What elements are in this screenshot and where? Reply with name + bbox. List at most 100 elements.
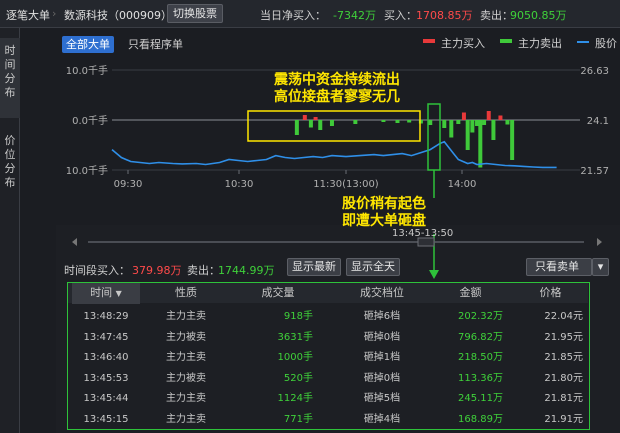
scroll-right-icon[interactable] (597, 238, 602, 246)
sell-bar (449, 120, 454, 138)
row-price: 21.80元 (544, 372, 583, 384)
y-right-tick-label: 21.57 (580, 166, 609, 177)
x-tick-label: 11:30(13:00) (313, 179, 379, 190)
y-right-tick-label: 26.63 (580, 66, 609, 77)
table-row[interactable]: 13:47:45 主力被卖 3631手 砸掉0档 796.82万 21.95元 (68, 328, 588, 348)
row-time: 13:47:45 (83, 331, 129, 343)
annotation-outflow-text: 震荡中资金持续流出 高位接盘者寥寥无几 (274, 72, 400, 105)
col-time-header[interactable]: 时间 ▼ (72, 283, 140, 304)
row-type: 主力主卖 (166, 393, 206, 404)
col-amount-header[interactable]: 金额 (438, 283, 503, 303)
row-type: 主力被卖 (166, 372, 206, 384)
sell-bar (510, 120, 515, 160)
sell-bar (428, 120, 433, 125)
table-row[interactable]: 13:48:29 主力主卖 918手 砸掉6档 202.32万 22.04元 (68, 307, 588, 327)
chevron-down-icon[interactable]: ▾ (592, 258, 609, 276)
row-amount: 202.32万 (458, 311, 503, 322)
table-header: 时间 ▼ 性质 成交量 成交档位 金额 价格 (68, 283, 588, 304)
row-type: 主力主卖 (166, 311, 206, 322)
show-latest-button[interactable]: 显示最新 (287, 258, 341, 276)
row-price: 21.91元 (544, 413, 583, 425)
annotation-box-green (427, 103, 441, 171)
sell-only-select[interactable]: 只看卖单 (526, 258, 592, 276)
row-level: 砸掉0档 (363, 372, 401, 384)
row-volume: 771手 (283, 413, 313, 425)
row-type: 主力被卖 (166, 331, 206, 343)
annotation-box-yellow (247, 110, 421, 142)
row-level: 砸掉0档 (363, 331, 401, 343)
row-amount: 245.11万 (458, 393, 503, 404)
row-amount: 113.36万 (458, 372, 503, 384)
row-price: 21.95元 (544, 331, 583, 343)
sell-bar (294, 120, 299, 135)
x-tick-label: 14:00 (448, 179, 477, 190)
row-volume: 918手 (283, 311, 313, 322)
period-sell-label: 卖出： (187, 264, 220, 277)
row-type: 主力主卖 (166, 352, 206, 363)
sell-bar (329, 120, 334, 126)
arrow-down-icon (429, 270, 439, 279)
row-amount: 796.82万 (458, 331, 503, 343)
period-sell-value: 1744.99万 (218, 264, 275, 277)
table-row[interactable]: 13:45:15 主力主卖 771手 砸掉4档 168.89万 21.91元 (68, 410, 588, 430)
x-tick-label: 09:30 (114, 179, 143, 190)
y-right-tick-label: 24.1 (587, 116, 609, 127)
sort-desc-icon: ▼ (115, 289, 122, 298)
buy-bar (486, 111, 491, 120)
row-type: 主力主卖 (166, 413, 206, 425)
sell-bar (505, 120, 510, 125)
row-price: 22.04元 (544, 311, 583, 322)
sell-bar (442, 120, 447, 128)
row-time: 13:46:40 (83, 352, 129, 363)
row-level: 砸掉6档 (363, 311, 401, 322)
col-volume-header[interactable]: 成交量 (243, 283, 313, 303)
row-time: 13:45:44 (83, 393, 129, 404)
period-buy-label: 时间段买入： (64, 264, 130, 277)
time-scroll-handle[interactable] (417, 237, 435, 247)
period-buy-value: 379.98万 (132, 264, 182, 277)
sell-bar (407, 120, 412, 123)
row-price: 21.81元 (544, 393, 583, 404)
sell-bar (308, 120, 313, 128)
row-level: 砸掉5档 (363, 393, 401, 404)
row-time: 13:45:15 (83, 413, 129, 425)
sell-bar (482, 120, 487, 125)
buy-bar (461, 112, 466, 120)
y-left-tick-label: 10.0千手 (66, 164, 108, 177)
row-time: 13:45:53 (83, 372, 129, 384)
sell-bar (353, 120, 358, 124)
row-level: 砸掉4档 (363, 413, 401, 425)
row-level: 砸掉1档 (363, 352, 401, 363)
annotation-selloff-text: 股价稍有起色 即遭大单砸盘 (342, 196, 426, 229)
col-level-header[interactable]: 成交档位 (342, 283, 422, 303)
buy-bar (313, 117, 318, 120)
scroll-left-icon[interactable] (72, 238, 77, 246)
table-row[interactable]: 13:45:44 主力主卖 1124手 砸掉5档 245.11万 21.81元 (68, 389, 588, 409)
col-price-header[interactable]: 价格 (518, 283, 583, 303)
row-volume: 1124手 (277, 393, 313, 404)
sell-bar (470, 120, 475, 133)
buy-bar (498, 115, 503, 120)
x-tick-label: 10:30 (225, 179, 254, 190)
table-row[interactable]: 13:46:40 主力主卖 1000手 砸掉1档 218.50万 21.85元 (68, 348, 588, 368)
row-volume: 1000手 (277, 352, 313, 363)
sell-bar (395, 120, 400, 123)
buy-bar (302, 115, 307, 120)
row-volume: 3631手 (277, 331, 313, 343)
sell-bar (491, 120, 496, 140)
sell-bar (381, 120, 386, 122)
sell-bar (456, 120, 461, 124)
y-left-tick-label: 0.0千手 (72, 114, 108, 127)
sell-bar (318, 120, 323, 130)
row-volume: 520手 (283, 372, 313, 384)
price-series-line (111, 140, 557, 169)
row-amount: 168.89万 (458, 413, 503, 425)
table-row[interactable]: 13:45:53 主力被卖 520手 砸掉0档 113.36万 21.80元 (68, 369, 588, 389)
row-time: 13:48:29 (83, 311, 129, 322)
show-all-day-button[interactable]: 显示全天 (346, 258, 400, 276)
orders-table: 时间 ▼ 性质 成交量 成交档位 金额 价格 13:48:29 主力主卖 918手砸… (67, 282, 590, 430)
sell-bar (465, 120, 470, 150)
row-amount: 218.50万 (458, 352, 503, 363)
col-type-header[interactable]: 性质 (156, 283, 216, 303)
time-range-label: 13:45-13:50 (392, 228, 454, 239)
